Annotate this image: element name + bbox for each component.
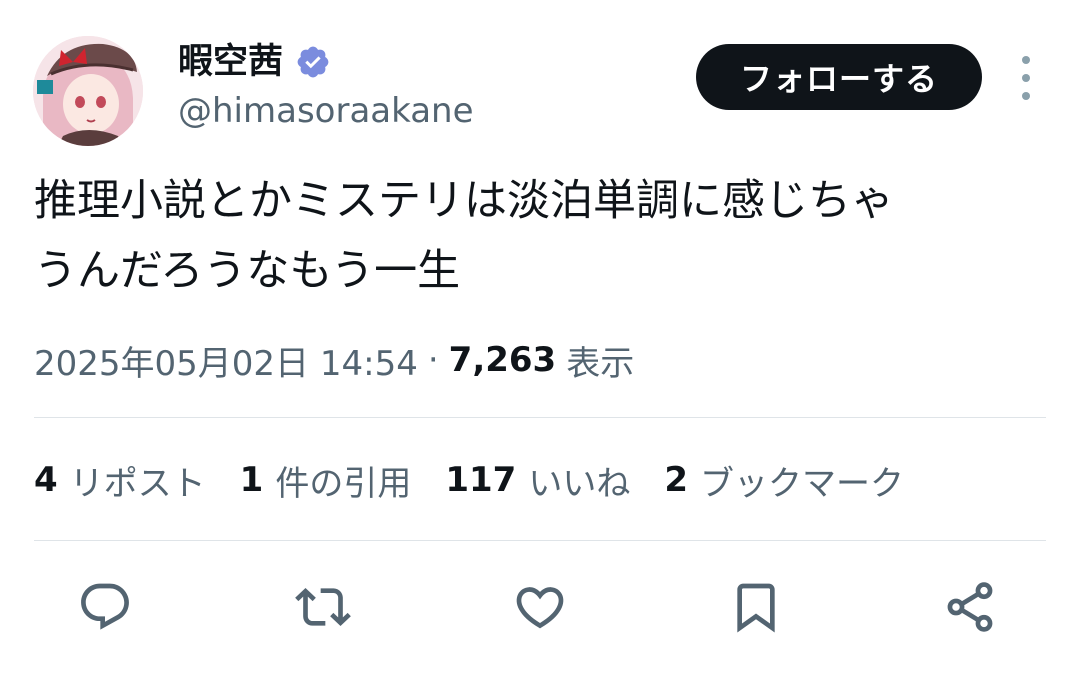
bookmarks-stat[interactable]: 2 ブックマーク [664,456,904,505]
like-button[interactable] [510,577,570,637]
display-name[interactable]: 暇空茜 [178,38,283,86]
views-count: 7,263 [448,340,557,380]
action-bar [0,572,1080,642]
share-button[interactable] [940,577,1000,637]
avatar-image [33,36,143,146]
bookmarks-label: ブックマーク [700,463,904,504]
repost-button[interactable] [293,577,353,637]
tweet-meta: 2025年05月02日 14:54 · 7,263 表示 [34,334,634,386]
likes-count: 117 [445,460,517,500]
user-handle[interactable]: @himasoraakane [178,88,474,134]
verified-badge-icon[interactable] [295,44,331,80]
reposts-count: 4 [34,460,58,500]
reposts-stat[interactable]: 4 リポスト [34,456,206,505]
follow-button[interactable]: フォローする [696,44,982,110]
engagement-stats: 4 リポスト 1 件の引用 117 いいね 2 ブックマーク [34,452,938,508]
avatar[interactable] [33,36,143,146]
reply-button[interactable] [75,577,135,637]
likes-stat[interactable]: 117 いいね [445,456,630,505]
reposts-label: リポスト [69,463,206,504]
likes-label: いいね [528,463,631,504]
tweet-detail: 暇空茜 @himasoraakane フォローする 推理小説とかミステリは淡泊単… [0,0,1080,687]
share-icon [947,582,993,632]
quotes-stat[interactable]: 1 件の引用 [240,456,412,505]
quotes-label: 件の引用 [275,463,412,504]
tweet-text: 推理小説とかミステリは淡泊単調に感じちゃ うんだろうなもう一生 [34,176,894,296]
reply-icon [81,583,129,630]
quotes-count: 1 [239,460,264,500]
divider [34,417,1046,418]
bookmarks-count: 2 [664,460,688,500]
more-options-icon[interactable] [1006,56,1046,100]
like-icon [516,587,564,629]
bookmark-icon [737,583,775,633]
repost-icon [295,588,351,626]
timestamp[interactable]: 2025年05月02日 14:54 [34,336,418,385]
display-name-row: 暇空茜 [178,38,331,86]
divider [34,540,1046,541]
meta-separator: · [427,340,439,380]
views-label: 表示 [566,343,635,384]
bookmark-button[interactable] [726,577,786,637]
